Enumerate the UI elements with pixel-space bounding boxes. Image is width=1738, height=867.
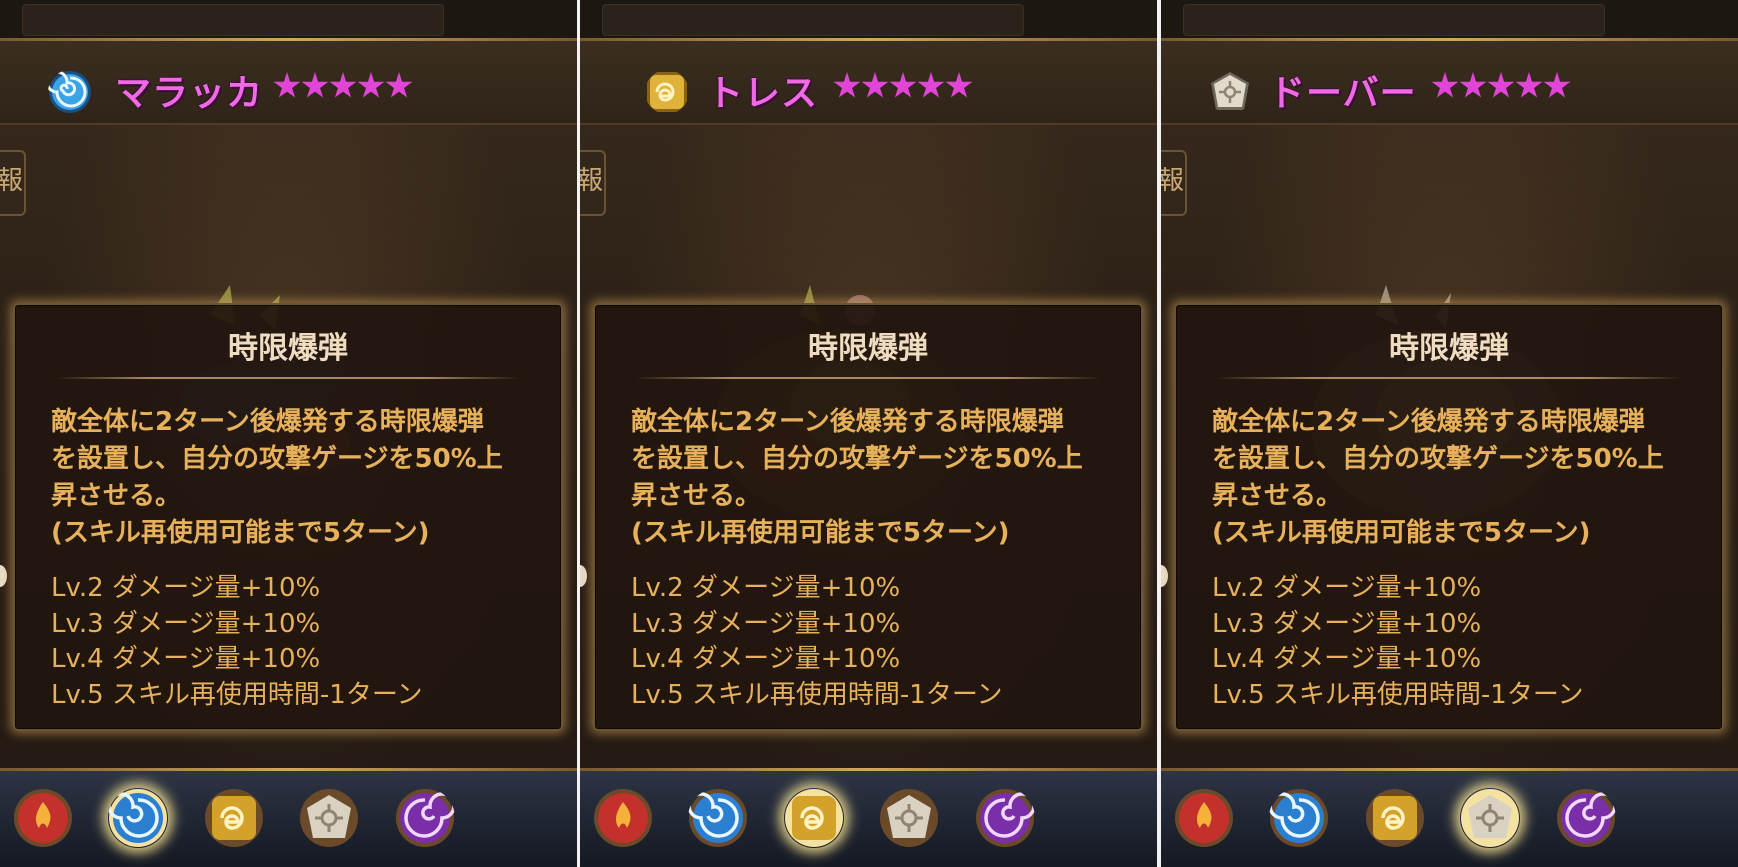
monster-name: マラッカ	[115, 73, 264, 114]
skill-level-list: Lv.2 ダメージ量+10% Lv.3 ダメージ量+10% Lv.4 ダメージ量…	[631, 571, 1121, 713]
fire-element-icon[interactable]	[1174, 788, 1234, 848]
monster-name: トレス	[707, 73, 819, 114]
divider	[635, 377, 1101, 379]
dark-element-icon[interactable]	[395, 788, 455, 848]
star-icon	[833, 72, 861, 98]
star-rating	[1431, 66, 1571, 108]
monster-name: ドーバー	[1269, 73, 1417, 114]
description-line: 敵全体に2ターン後爆発する時限爆弾	[631, 407, 1064, 437]
top-bar	[1161, 0, 1738, 38]
wind-swirl-icon	[647, 72, 687, 112]
star-icon	[357, 72, 385, 98]
top-tab[interactable]	[1183, 4, 1605, 36]
skill-level-list: Lv.2 ダメージ量+10% Lv.3 ダメージ量+10% Lv.4 ダメージ量…	[1212, 571, 1702, 713]
description-line: 昇させる。	[51, 481, 182, 511]
dark-element-icon[interactable]	[1556, 788, 1616, 848]
light-sun-icon	[1211, 72, 1249, 110]
light-element-icon[interactable]	[299, 788, 359, 848]
star-icon	[889, 72, 917, 98]
dark-element-icon[interactable]	[975, 788, 1035, 848]
panel-tores: トレス 報 時限爆弾 敵全体に2ターン後爆発する時限爆弾 を設置し、自分の攻撃ゲ…	[580, 0, 1157, 867]
level-bonus: Lv.4 ダメージ量+10%	[51, 644, 321, 674]
level-bonus: Lv.2 ダメージ量+10%	[1212, 573, 1482, 603]
water-element-icon[interactable]	[688, 788, 748, 848]
star-icon	[1543, 72, 1571, 98]
star-rating	[273, 66, 413, 108]
star-icon	[1487, 72, 1515, 98]
skill-tooltip: 時限爆弾 敵全体に2ターン後爆発する時限爆弾 を設置し、自分の攻撃ゲージを50%…	[593, 303, 1143, 731]
element-filter-bar	[580, 771, 1157, 867]
level-bonus: Lv.3 ダメージ量+10%	[1212, 608, 1482, 639]
side-tab-label: 報	[580, 166, 603, 196]
fire-element-icon[interactable]	[13, 788, 73, 848]
skill-title: 時限爆弾	[808, 331, 928, 366]
water-element-icon[interactable]	[108, 788, 168, 848]
cooldown-line: (スキル再使用可能まで5ターン)	[51, 518, 430, 548]
description-line: 昇させる。	[1212, 481, 1343, 511]
description-line: を設置し、自分の攻撃ゲージを50%上	[631, 444, 1083, 474]
wind-element-icon[interactable]	[204, 788, 264, 848]
skill-description: 敵全体に2ターン後爆発する時限爆弾 を設置し、自分の攻撃ゲージを50%上 昇させ…	[1212, 404, 1702, 552]
star-icon	[861, 72, 889, 98]
skill-tooltip: 時限爆弾 敵全体に2ターン後爆発する時限爆弾 を設置し、自分の攻撃ゲージを50%…	[13, 303, 563, 731]
level-bonus: Lv.5 スキル再使用時間-1ターン	[631, 679, 1003, 710]
description-line: 敵全体に2ターン後爆発する時限爆弾	[1212, 407, 1645, 437]
description-line: 敵全体に2ターン後爆発する時限爆弾	[51, 407, 484, 437]
star-icon	[385, 72, 413, 98]
skill-title: 時限爆弾	[228, 331, 348, 366]
description-line: を設置し、自分の攻撃ゲージを50%上	[51, 444, 503, 474]
top-tab[interactable]	[22, 4, 444, 36]
top-bar	[0, 0, 577, 38]
level-bonus: Lv.2 ダメージ量+10%	[631, 573, 901, 603]
star-icon	[917, 72, 945, 98]
water-element-icon[interactable]	[1269, 788, 1329, 848]
light-element-icon[interactable]	[879, 788, 939, 848]
info-side-tab[interactable]: 報	[0, 150, 26, 216]
info-side-tab[interactable]: 報	[580, 150, 606, 216]
description-line: 昇させる。	[631, 481, 762, 511]
star-rating	[833, 66, 973, 108]
side-tab-label: 報	[0, 166, 23, 196]
level-bonus: Lv.5 スキル再使用時間-1ターン	[1212, 679, 1584, 710]
water-spiral-icon	[48, 70, 91, 113]
fire-element-icon[interactable]	[593, 788, 653, 848]
panel-dover: ドーバー 報 時限爆弾 敵全体に2ターン後爆発する時限爆弾 を設置し、自分の攻撃…	[1161, 0, 1738, 867]
top-tab[interactable]	[602, 4, 1024, 36]
star-icon	[329, 72, 357, 98]
level-bonus: Lv.3 ダメージ量+10%	[631, 608, 901, 639]
level-bonus: Lv.4 ダメージ量+10%	[1212, 644, 1482, 674]
panel-malacca: マラッカ 報 時限爆弾 敵全体に2ターン後爆発する時限爆弾 を設置し、自分の攻撃…	[0, 0, 577, 867]
star-icon	[1431, 72, 1459, 98]
top-bar	[580, 0, 1157, 38]
skill-description: 敵全体に2ターン後爆発する時限爆弾 を設置し、自分の攻撃ゲージを50%上 昇させ…	[51, 404, 541, 552]
cooldown-line: (スキル再使用可能まで5ターン)	[631, 518, 1010, 548]
level-bonus: Lv.2 ダメージ量+10%	[51, 573, 321, 603]
skill-description: 敵全体に2ターン後爆発する時限爆弾 を設置し、自分の攻撃ゲージを50%上 昇させ…	[631, 404, 1121, 552]
element-filter-bar	[0, 771, 577, 867]
level-bonus: Lv.5 スキル再使用時間-1ターン	[51, 679, 423, 710]
level-bonus: Lv.3 ダメージ量+10%	[51, 608, 321, 639]
star-icon	[301, 72, 329, 98]
star-icon	[1515, 72, 1543, 98]
element-filter-bar	[1161, 771, 1738, 867]
description-line: を設置し、自分の攻撃ゲージを50%上	[1212, 444, 1664, 474]
light-element-icon[interactable]	[1460, 788, 1520, 848]
side-tab-label: 報	[1161, 166, 1184, 196]
skill-level-list: Lv.2 ダメージ量+10% Lv.3 ダメージ量+10% Lv.4 ダメージ量…	[51, 571, 541, 713]
divider	[55, 377, 521, 379]
wind-element-icon[interactable]	[1365, 788, 1425, 848]
divider	[1216, 377, 1682, 379]
skill-tooltip: 時限爆弾 敵全体に2ターン後爆発する時限爆弾 を設置し、自分の攻撃ゲージを50%…	[1174, 303, 1724, 731]
skill-title: 時限爆弾	[1389, 331, 1509, 366]
star-icon	[273, 72, 301, 98]
wind-element-icon[interactable]	[784, 788, 844, 848]
cooldown-line: (スキル再使用可能まで5ターン)	[1212, 518, 1591, 548]
level-bonus: Lv.4 ダメージ量+10%	[631, 644, 901, 674]
star-icon	[945, 72, 973, 98]
info-side-tab[interactable]: 報	[1161, 150, 1187, 216]
star-icon	[1459, 72, 1487, 98]
